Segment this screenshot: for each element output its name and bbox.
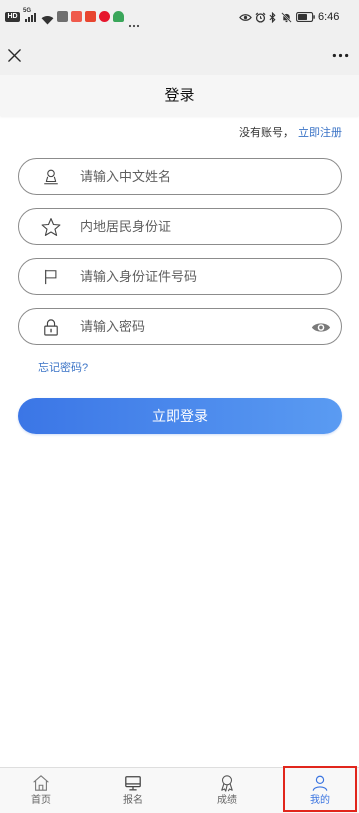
tab-label: 报名 (123, 795, 143, 806)
login-button[interactable]: 立即登录 (18, 398, 342, 434)
page-title: 登录 (164, 87, 195, 104)
battery-icon (296, 11, 315, 23)
app-notification-icon (71, 11, 82, 22)
flag-icon (40, 266, 62, 288)
signal-icon (25, 13, 39, 22)
forgot-password-link[interactable]: 忘记密码? (38, 361, 88, 375)
id-type-select[interactable]: 内地居民身份证 (80, 209, 297, 244)
password-visibility-toggle[interactable] (309, 319, 333, 335)
more-dots-icon (332, 53, 348, 57)
star-icon (40, 216, 62, 238)
more-notifications-icon (128, 15, 140, 28)
app-notification-icon (57, 11, 68, 22)
monitor-icon (125, 776, 141, 791)
app-notification-icon (85, 11, 96, 22)
tab-register[interactable]: 报名 (98, 768, 168, 813)
wifi-icon (41, 12, 54, 25)
tab-label: 首页 (31, 795, 51, 806)
mute-bell-icon (280, 11, 292, 23)
tab-mine[interactable]: 我的 (285, 768, 355, 813)
password-input[interactable] (80, 309, 297, 344)
tab-label: 我的 (310, 795, 330, 806)
user-icon (312, 775, 328, 791)
id-number-field[interactable] (18, 258, 342, 295)
bluetooth-icon (268, 11, 277, 23)
name-input[interactable] (80, 159, 297, 194)
status-bar: HD 5G 6:46 (0, 0, 359, 35)
no-account-text: 没有账号， (239, 127, 294, 139)
clock-time: 6:46 (318, 11, 340, 23)
award-icon (221, 775, 233, 792)
close-button[interactable] (4, 45, 24, 65)
lock-icon (40, 316, 62, 338)
browser-toolbar (0, 35, 359, 75)
app-notification-icon (113, 11, 124, 22)
id-number-input[interactable] (80, 259, 297, 294)
register-prompt: 没有账号， 立即注册 (239, 126, 342, 140)
id-type-field[interactable]: 内地居民身份证 (18, 208, 342, 245)
phone-screen: HD 5G 6:46 登录 没有账号， 立即注册 请输入中文姓名 内地居民身份证… (0, 0, 359, 813)
eye-icon (239, 11, 252, 23)
tab-home[interactable]: 首页 (6, 768, 76, 813)
alarm-icon (254, 11, 266, 23)
tab-label: 成绩 (217, 795, 237, 806)
app-notification-icon (99, 11, 110, 22)
more-options-button[interactable] (329, 49, 351, 61)
close-icon (7, 48, 21, 62)
bottom-tab-bar: 首页 报名 成绩 我的 (0, 767, 359, 813)
tab-scores[interactable]: 成绩 (192, 768, 262, 813)
hd-icon: HD (5, 12, 20, 22)
name-field[interactable] (18, 158, 342, 195)
home-icon (33, 775, 49, 791)
eye-icon (311, 322, 331, 332)
register-link[interactable]: 立即注册 (298, 127, 342, 139)
password-field[interactable] (18, 308, 342, 345)
person-icon (40, 166, 62, 188)
page-header: 登录 (0, 75, 359, 116)
